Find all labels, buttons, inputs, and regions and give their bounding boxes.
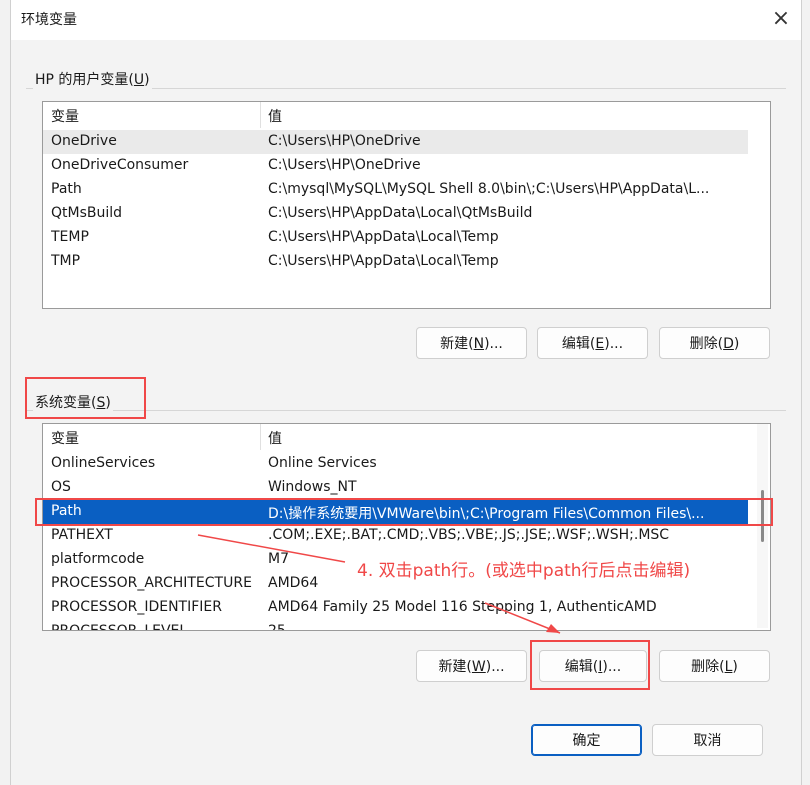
arrow-line-left: [197, 534, 346, 563]
annotation-arrows: [197, 534, 561, 634]
annotation-text: 4. 双击path行。(或选中path行后点击编辑): [357, 561, 691, 581]
